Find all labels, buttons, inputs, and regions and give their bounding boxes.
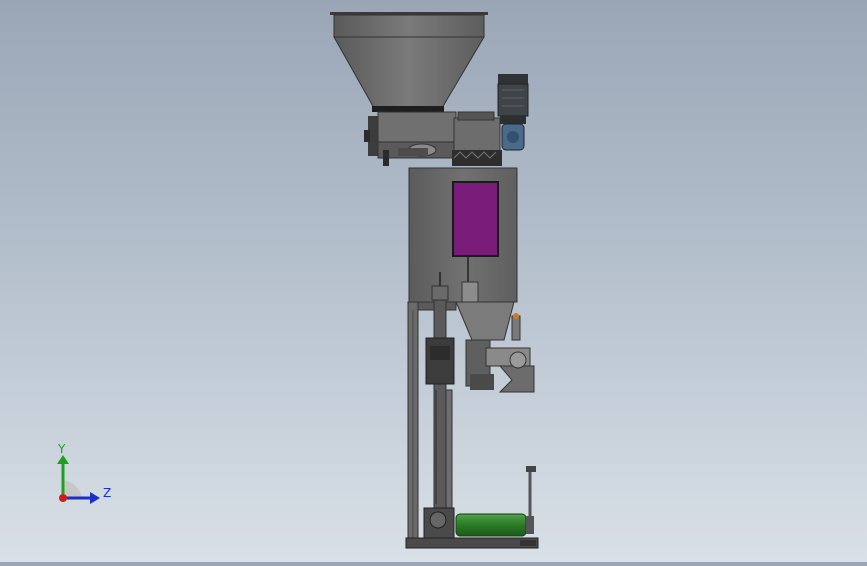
gear-housing[interactable]: [452, 111, 502, 166]
machine-model-svg[interactable]: Y Z: [0, 0, 867, 562]
z-arrow-icon: [90, 492, 100, 504]
discharge-spout[interactable]: [455, 301, 535, 393]
y-axis-label: Y: [57, 442, 66, 456]
weighing-body[interactable]: [408, 167, 518, 305]
x-axis-dot: [59, 494, 67, 502]
axis-triad: Y Z: [57, 442, 111, 504]
inspection-window: [452, 181, 499, 257]
z-axis-label: Z: [103, 486, 111, 500]
hopper[interactable]: [330, 12, 488, 112]
y-arrow-icon: [57, 455, 69, 464]
motor[interactable]: [497, 74, 529, 151]
screw-feeder[interactable]: [364, 111, 459, 166]
cad-viewport[interactable]: Y Z: [0, 0, 867, 562]
